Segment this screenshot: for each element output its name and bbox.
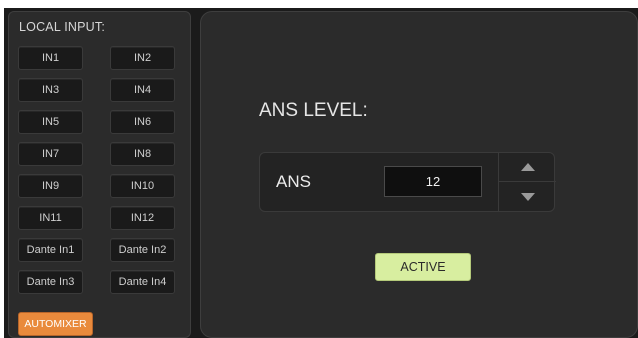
increment-button[interactable] <box>499 152 556 182</box>
input-button-in5[interactable]: IN5 <box>18 110 83 134</box>
active-button[interactable]: ACTIVE <box>375 253 471 281</box>
ans-control: ANS 12 <box>259 152 557 212</box>
input-button-dante-in3[interactable]: Dante In3 <box>18 270 83 294</box>
input-button-in2[interactable]: IN2 <box>110 46 175 70</box>
input-button-in8[interactable]: IN8 <box>110 142 175 166</box>
input-button-in9[interactable]: IN9 <box>18 174 83 198</box>
input-button-in1[interactable]: IN1 <box>18 46 83 70</box>
ans-stepper <box>498 152 557 212</box>
ans-value-field[interactable]: 12 <box>384 166 482 197</box>
input-button-in3[interactable]: IN3 <box>18 78 83 102</box>
input-button-in7[interactable]: IN7 <box>18 142 83 166</box>
input-button-dante-in2[interactable]: Dante In2 <box>110 238 175 262</box>
input-button-in11[interactable]: IN11 <box>18 206 83 230</box>
input-button-in6[interactable]: IN6 <box>110 110 175 134</box>
input-button-in4[interactable]: IN4 <box>110 78 175 102</box>
input-button-dante-in4[interactable]: Dante In4 <box>110 270 175 294</box>
local-input-panel: LOCAL INPUT: IN1 IN2 IN3 IN4 IN5 IN6 IN7… <box>8 11 191 338</box>
chevron-down-icon <box>520 192 535 201</box>
input-button-in10[interactable]: IN10 <box>110 174 175 198</box>
ans-level-title: ANS LEVEL: <box>259 100 368 121</box>
ans-label: ANS <box>276 172 311 191</box>
input-grid: IN1 IN2 IN3 IN4 IN5 IN6 IN7 IN8 IN9 IN10… <box>18 46 175 294</box>
input-button-dante-in1[interactable]: Dante In1 <box>18 238 83 262</box>
input-button-in12[interactable]: IN12 <box>110 206 175 230</box>
automixer-button[interactable]: AUTOMIXER <box>18 312 93 336</box>
decrement-button[interactable] <box>499 182 556 211</box>
ans-level-panel: ANS LEVEL: ANS 12 ACTIVE <box>200 11 638 338</box>
chevron-up-icon <box>520 162 535 171</box>
panel-title: LOCAL INPUT: <box>19 20 105 34</box>
